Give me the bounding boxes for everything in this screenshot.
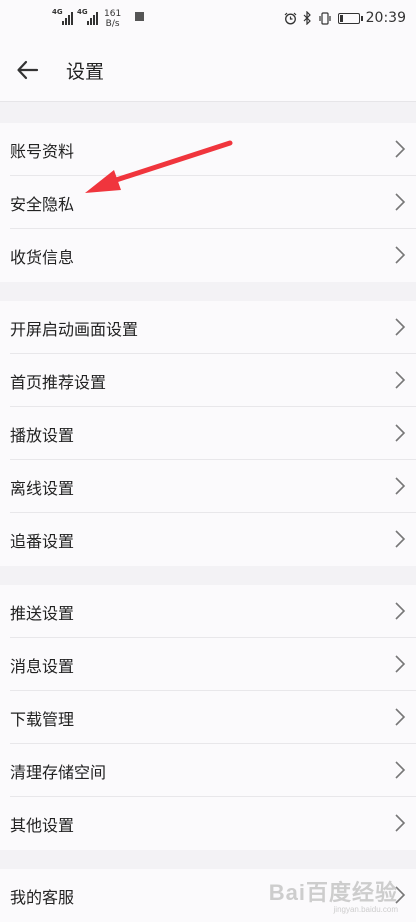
title-bar: 设置 — [0, 38, 416, 102]
settings-item-splash[interactable]: 开屏启动画面设置 — [0, 301, 416, 354]
settings-item-home-recommend[interactable]: 首页推荐设置 — [0, 354, 416, 407]
status-right: 20:39 — [284, 10, 406, 26]
watermark: Bai百度经验 jingyan.baidu.com — [269, 875, 398, 914]
settings-item-label: 其他设置 — [10, 816, 75, 835]
settings-item-label: 离线设置 — [10, 479, 75, 498]
settings-item-label: 下载管理 — [10, 710, 75, 729]
settings-item-label: 开屏启动画面设置 — [10, 320, 139, 339]
notification-icon — [135, 12, 145, 21]
settings-item-messages[interactable]: 消息设置 — [0, 638, 416, 691]
chevron-right-icon — [395, 371, 406, 389]
settings-group-system: 推送设置 消息设置 下载管理 清理存储空间 其他设置 — [0, 585, 416, 850]
vibrate-icon — [319, 11, 331, 25]
settings-item-label: 安全隐私 — [10, 195, 75, 214]
settings-item-playback[interactable]: 播放设置 — [0, 407, 416, 460]
settings-item-account[interactable]: 账号资料 — [0, 123, 416, 176]
chevron-right-icon — [395, 246, 406, 264]
settings-item-other[interactable]: 其他设置 — [0, 797, 416, 850]
battery-icon — [337, 12, 363, 24]
signal-icon: 4G — [52, 8, 73, 25]
chevron-right-icon — [395, 761, 406, 779]
settings-item-label: 追番设置 — [10, 532, 75, 551]
back-arrow-icon[interactable] — [14, 56, 42, 84]
status-left: 4G 4G 161 B/s — [52, 8, 145, 29]
network-speed: 161 B/s — [104, 9, 121, 29]
bluetooth-icon — [303, 11, 311, 25]
chevron-right-icon — [395, 318, 406, 336]
settings-item-security[interactable]: 安全隐私 — [0, 176, 416, 229]
speed-value: 161 — [104, 9, 122, 19]
settings-item-offline[interactable]: 离线设置 — [0, 460, 416, 513]
settings-item-downloads[interactable]: 下载管理 — [0, 691, 416, 744]
settings-group-account: 账号资料 安全隐私 收货信息 — [0, 123, 416, 282]
settings-item-label: 播放设置 — [10, 426, 75, 445]
speed-unit: B/s — [105, 19, 120, 29]
settings-group-playback: 开屏启动画面设置 首页推荐设置 播放设置 离线设置 追番设置 — [0, 301, 416, 566]
settings-item-label: 账号资料 — [10, 142, 75, 161]
watermark-logo: Bai百度经验 — [268, 880, 398, 905]
signal-icon: 4G — [77, 8, 98, 25]
page-title: 设置 — [66, 61, 105, 83]
chevron-right-icon — [395, 424, 406, 442]
alarm-icon — [284, 12, 297, 24]
chevron-right-icon — [395, 655, 406, 673]
clock: 20:39 — [365, 10, 406, 26]
chevron-right-icon — [395, 530, 406, 548]
settings-item-label: 收货信息 — [10, 248, 75, 267]
network-type: 4G — [52, 8, 63, 16]
status-bar: 4G 4G 161 B/s 20:39 — [0, 0, 416, 38]
settings-item-follow[interactable]: 追番设置 — [0, 513, 416, 566]
chevron-right-icon — [395, 708, 406, 726]
settings-item-label: 消息设置 — [10, 657, 75, 676]
settings-item-label: 清理存储空间 — [10, 763, 107, 782]
chevron-right-icon — [395, 477, 406, 495]
settings-item-shipping[interactable]: 收货信息 — [0, 229, 416, 282]
settings-item-label: 首页推荐设置 — [10, 373, 107, 392]
chevron-right-icon — [395, 814, 406, 832]
network-type: 4G — [77, 8, 88, 16]
settings-item-push[interactable]: 推送设置 — [0, 585, 416, 638]
chevron-right-icon — [395, 140, 406, 158]
settings-item-clear-storage[interactable]: 清理存储空间 — [0, 744, 416, 797]
settings-item-label: 推送设置 — [10, 604, 75, 623]
settings-item-label: 我的客服 — [10, 888, 75, 907]
chevron-right-icon — [395, 602, 406, 620]
chevron-right-icon — [395, 193, 406, 211]
